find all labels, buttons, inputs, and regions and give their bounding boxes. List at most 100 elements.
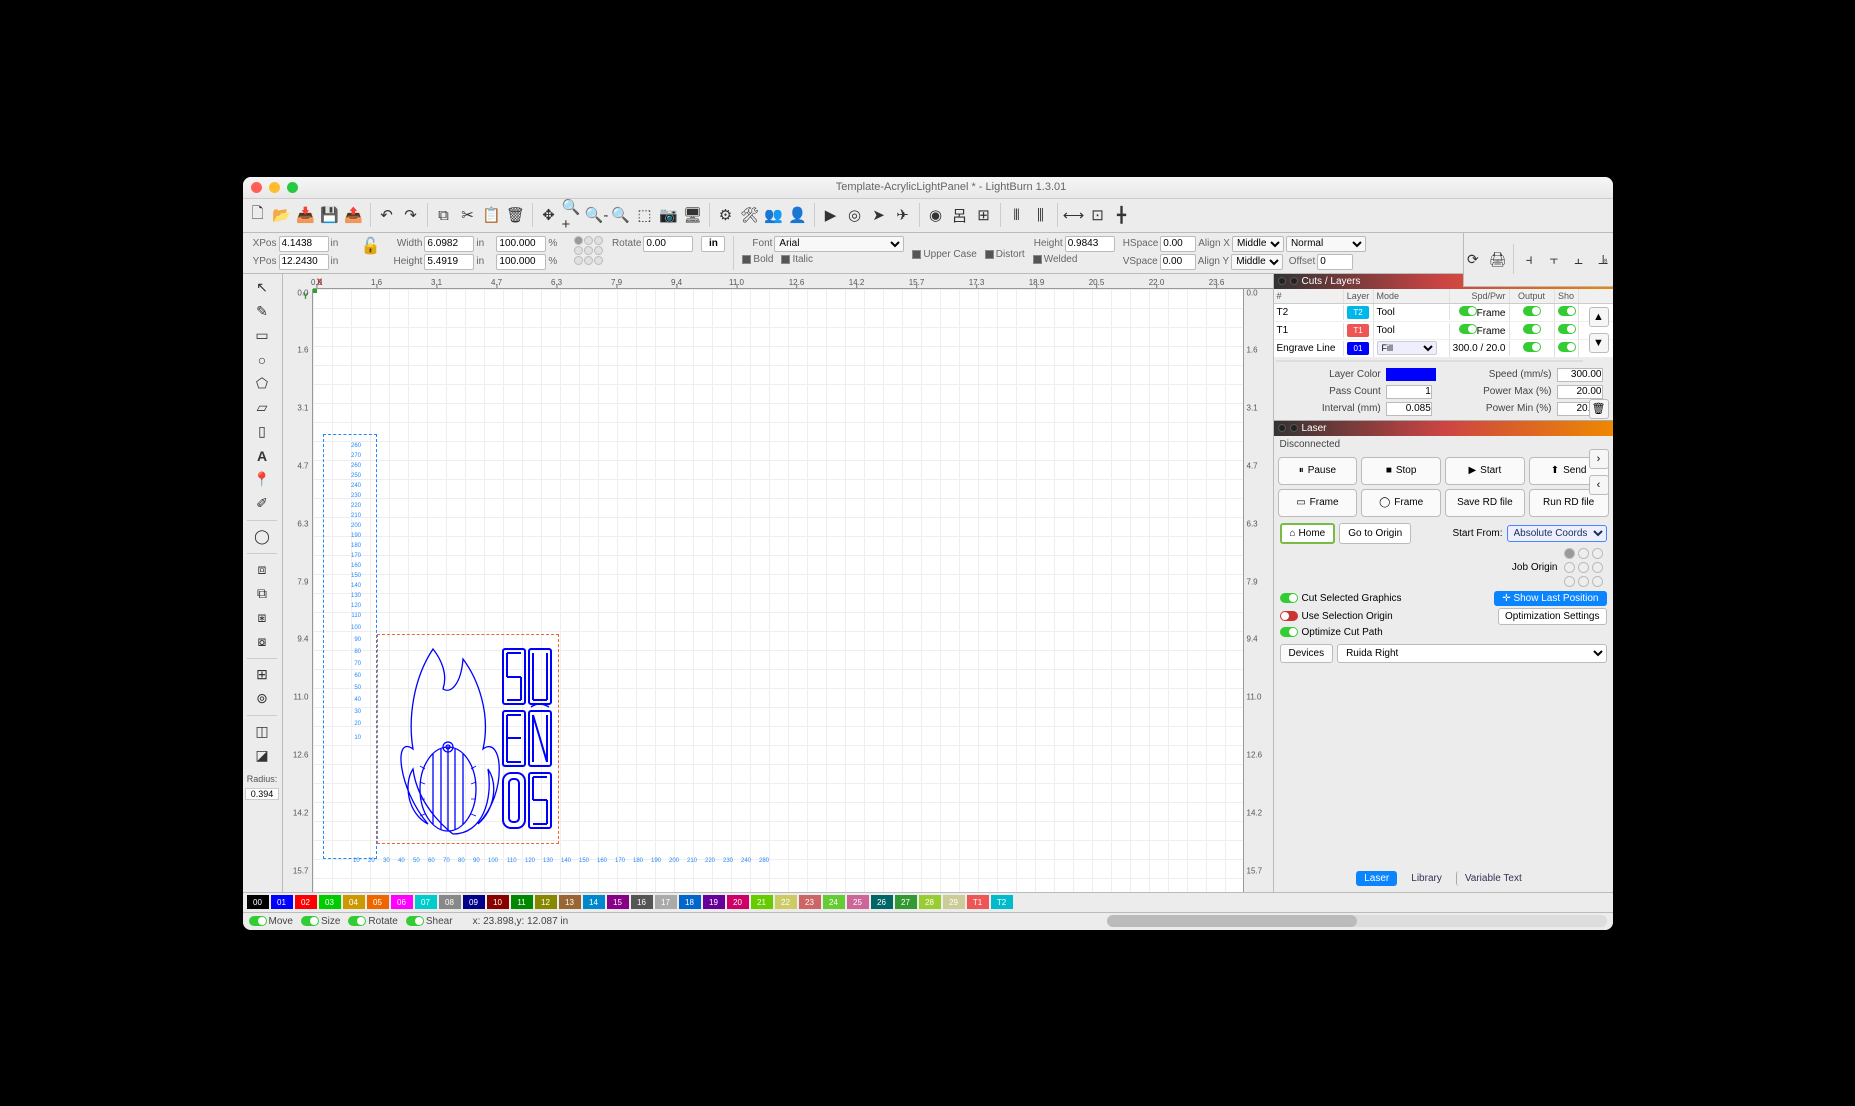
- trace-tool-icon[interactable]: ◪: [250, 746, 274, 766]
- layer-prev-button[interactable]: ‹: [1589, 475, 1609, 495]
- palette-swatch[interactable]: 06: [391, 895, 413, 909]
- delete-layer-button[interactable]: 🗑: [1589, 399, 1609, 419]
- width-input[interactable]: [424, 236, 474, 252]
- goto-origin-button[interactable]: Go to Origin: [1339, 523, 1411, 544]
- polygon-tool-icon[interactable]: ⬠: [250, 374, 274, 394]
- paste-icon[interactable]: 📋: [481, 204, 503, 226]
- frame-select-icon[interactable]: ⬚: [634, 204, 656, 226]
- output-toggle[interactable]: [1523, 324, 1541, 334]
- distort-checkbox[interactable]: [985, 250, 994, 259]
- rotary-icon[interactable]: ⟳: [1464, 249, 1483, 269]
- design-artwork[interactable]: [383, 639, 563, 844]
- pass-count-input[interactable]: [1386, 385, 1432, 399]
- height-input[interactable]: [424, 254, 474, 270]
- tab-variable-text[interactable]: Variable Text: [1456, 871, 1530, 886]
- palette-swatch[interactable]: 19: [703, 895, 725, 909]
- ypos-input[interactable]: [279, 254, 329, 270]
- palette-swatch[interactable]: 17: [655, 895, 677, 909]
- style-select[interactable]: Normal: [1286, 236, 1366, 252]
- power-max-input[interactable]: [1557, 385, 1603, 399]
- interval-input[interactable]: [1386, 402, 1432, 416]
- palette-swatch[interactable]: 15: [607, 895, 629, 909]
- palette-swatch[interactable]: 18: [679, 895, 701, 909]
- align-center-icon[interactable]: ⫟: [1544, 249, 1563, 269]
- horizontal-scrollbar[interactable]: [1107, 915, 1607, 927]
- arrange1-icon[interactable]: ⫴: [1006, 204, 1028, 226]
- show-toggle[interactable]: [1558, 324, 1576, 334]
- align-icon[interactable]: ◉: [925, 204, 947, 226]
- import-icon[interactable]: 📥: [295, 204, 317, 226]
- palette-swatch[interactable]: T1: [967, 895, 989, 909]
- show-toggle[interactable]: [1558, 342, 1576, 352]
- redo-icon[interactable]: ↷: [400, 204, 422, 226]
- anchor-grid[interactable]: [574, 236, 603, 265]
- group-icon[interactable]: ⧈: [250, 560, 274, 580]
- monitor-icon[interactable]: 🖥: [682, 204, 704, 226]
- cut-icon[interactable]: ✂: [457, 204, 479, 226]
- boolean-icon[interactable]: ⧇: [250, 632, 274, 652]
- target-icon[interactable]: ◎: [844, 204, 866, 226]
- delete-icon[interactable]: 🗑: [505, 204, 527, 226]
- tab-library[interactable]: Library: [1403, 871, 1450, 886]
- aligny-select[interactable]: Middle: [1231, 254, 1283, 270]
- undock-laser-panel-icon[interactable]: [1290, 424, 1298, 432]
- weld-icon[interactable]: ⧆: [250, 608, 274, 628]
- circle-array-icon[interactable]: ◯: [250, 527, 274, 547]
- alignx-select[interactable]: Middle: [1232, 236, 1284, 252]
- distribute-icon[interactable]: 呂: [949, 204, 971, 226]
- copy-icon[interactable]: ⧉: [433, 204, 455, 226]
- palette-swatch[interactable]: 05: [367, 895, 389, 909]
- palette-swatch[interactable]: 27: [895, 895, 917, 909]
- text-tool-icon[interactable]: A: [250, 446, 274, 466]
- align-top-icon[interactable]: ⫠: [1569, 249, 1588, 269]
- undock-panel-icon[interactable]: [1290, 277, 1298, 285]
- hspace-input[interactable]: [1160, 236, 1196, 252]
- ungroup-icon[interactable]: ⧉: [250, 584, 274, 604]
- layer-up-button[interactable]: ▲: [1589, 307, 1609, 327]
- size-mode-toggle[interactable]: [301, 916, 319, 926]
- palette-swatch[interactable]: 08: [439, 895, 461, 909]
- text-height-input[interactable]: [1065, 236, 1115, 252]
- perspective-tool-icon[interactable]: ▯: [250, 422, 274, 442]
- zoom-out-icon[interactable]: 🔍-: [586, 204, 608, 226]
- xpos-input[interactable]: [279, 236, 329, 252]
- palette-swatch[interactable]: 23: [799, 895, 821, 909]
- palette-swatch[interactable]: 10: [487, 895, 509, 909]
- palette-swatch[interactable]: 02: [295, 895, 317, 909]
- lock-icon[interactable]: 🔓: [357, 236, 385, 256]
- users-icon[interactable]: 👥: [763, 204, 785, 226]
- rotate-mode-toggle[interactable]: [348, 916, 366, 926]
- frame-rect-button[interactable]: ▭Frame: [1278, 489, 1358, 517]
- layer-row[interactable]: Engrave Line 01 Fill 300.0 / 20.0: [1274, 340, 1613, 358]
- speed-input[interactable]: [1557, 368, 1603, 382]
- close-button[interactable]: [251, 182, 262, 193]
- output-toggle[interactable]: [1523, 342, 1541, 352]
- palette-swatch[interactable]: 29: [943, 895, 965, 909]
- gear-icon[interactable]: ⚙: [715, 204, 737, 226]
- device-select[interactable]: Ruida Right: [1337, 644, 1606, 663]
- paper-plane-icon[interactable]: ✈: [892, 204, 914, 226]
- output-toggle[interactable]: [1523, 306, 1541, 316]
- new-file-icon[interactable]: 🗋: [247, 204, 269, 226]
- palette-swatch[interactable]: 14: [583, 895, 605, 909]
- offset-tool-icon[interactable]: ◫: [250, 722, 274, 742]
- stop-button[interactable]: ■Stop: [1361, 457, 1441, 485]
- pause-button[interactable]: ⏸Pause: [1278, 457, 1358, 485]
- radius-input[interactable]: [245, 788, 279, 800]
- job-origin-grid[interactable]: [1564, 548, 1603, 587]
- palette-swatch[interactable]: 21: [751, 895, 773, 909]
- show-last-position-button[interactable]: ✛ Show Last Position: [1494, 591, 1606, 606]
- welded-checkbox[interactable]: [1033, 255, 1042, 264]
- palette-swatch[interactable]: 22: [775, 895, 797, 909]
- uppercase-checkbox[interactable]: [912, 250, 921, 259]
- height-pct-input[interactable]: [496, 254, 546, 270]
- grid-array-icon[interactable]: ⊞: [250, 665, 274, 685]
- pan-icon[interactable]: ✥: [538, 204, 560, 226]
- offset-input[interactable]: [1317, 254, 1353, 270]
- layer-color-swatch[interactable]: [1386, 368, 1436, 381]
- eyedropper-tool-icon[interactable]: ✐: [250, 494, 274, 514]
- align-left-icon[interactable]: ⫞: [1520, 249, 1539, 269]
- cut-selected-toggle[interactable]: [1280, 593, 1298, 603]
- save-icon[interactable]: 💾: [319, 204, 341, 226]
- open-file-icon[interactable]: 📂: [271, 204, 293, 226]
